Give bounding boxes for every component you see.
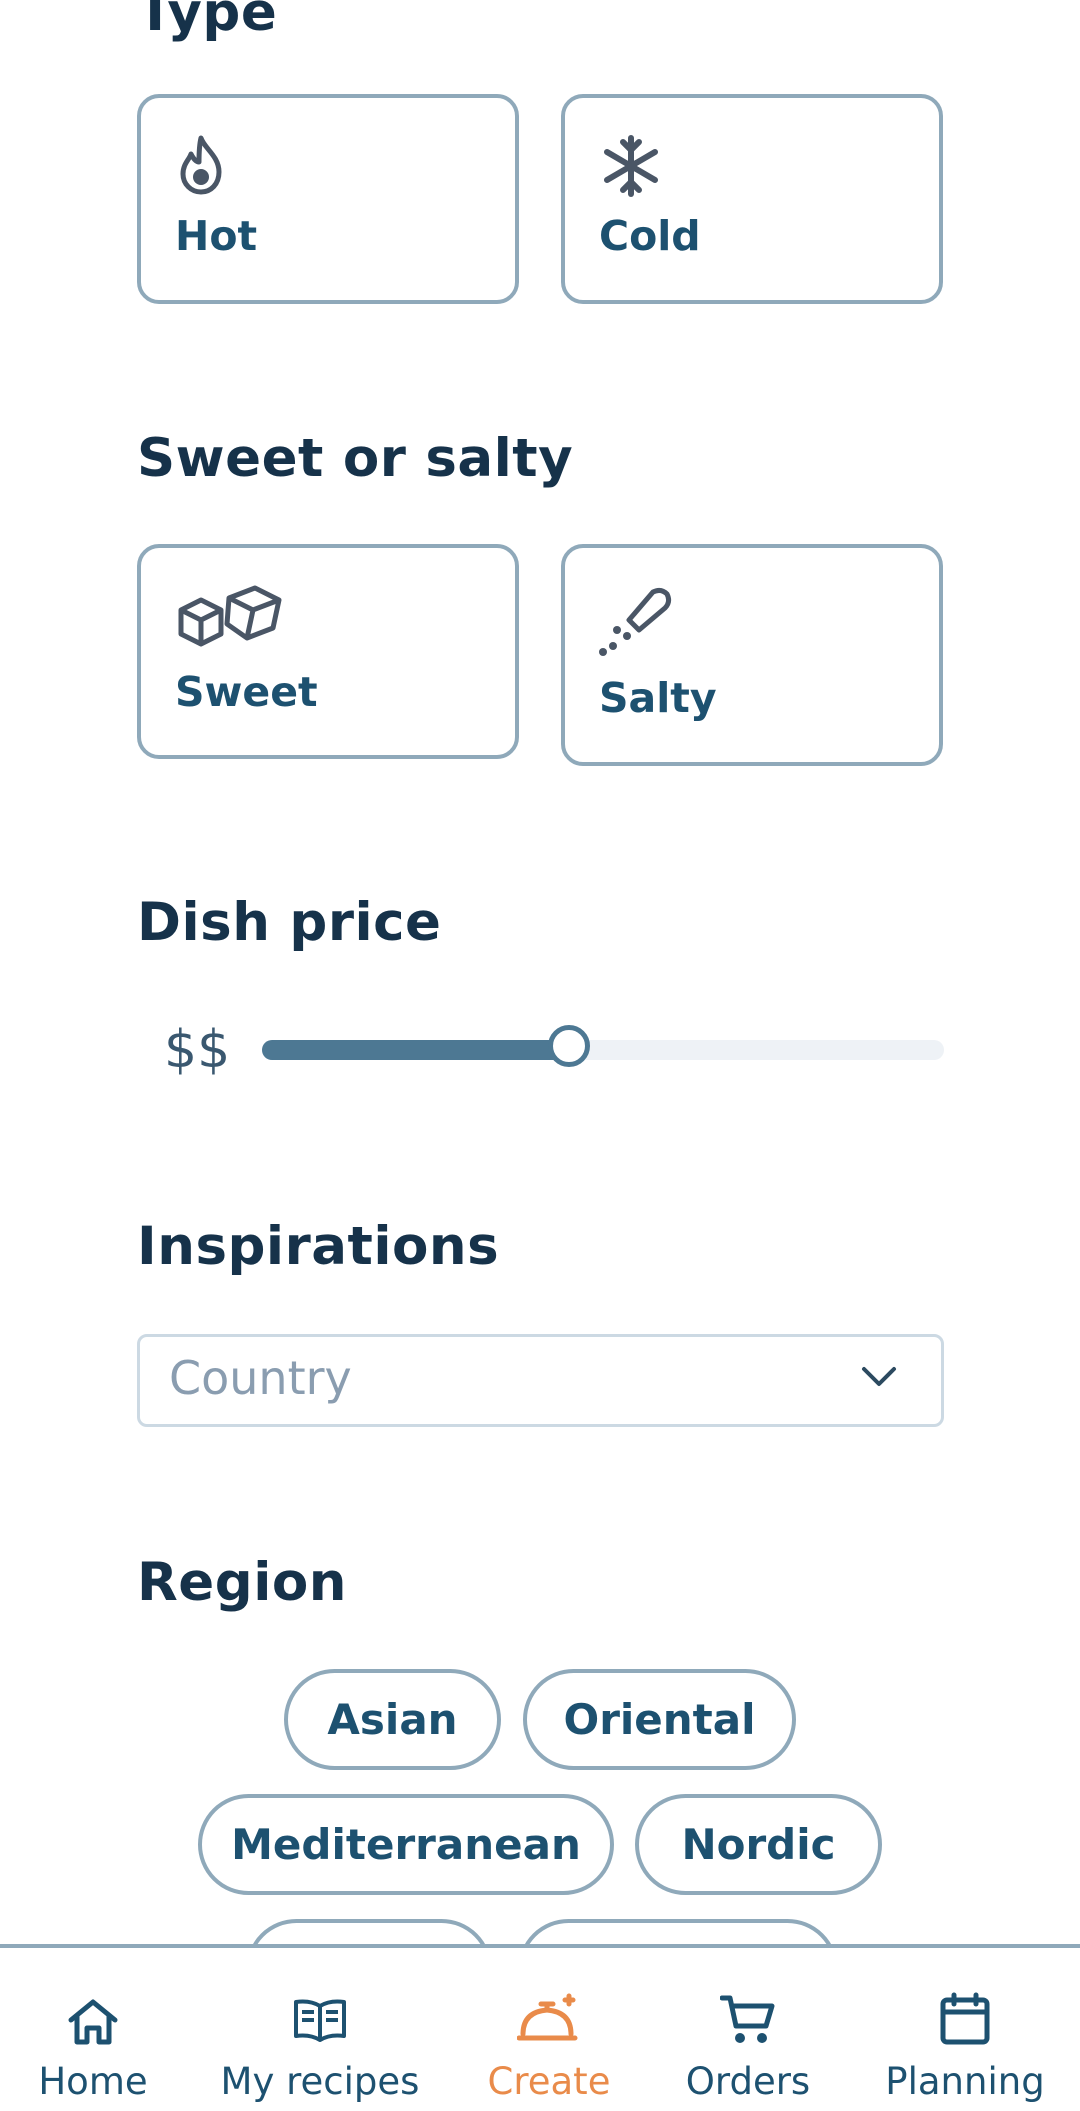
nav-label: Create [487, 2060, 611, 2103]
home-icon [68, 1999, 118, 2045]
sugar-cubes-icon [178, 585, 282, 647]
section-title-dish-price: Dish price [137, 892, 442, 953]
nav-item-home[interactable]: Home [0, 1948, 186, 2111]
option-label: Cold [599, 212, 701, 260]
region-chip-mediterranean[interactable]: Mediterranean [198, 1794, 614, 1895]
type-option-hot[interactable]: Hot [137, 94, 519, 304]
chevron-down-icon [862, 1367, 896, 1386]
nav-label: Home [38, 2060, 148, 2103]
price-slider-thumb[interactable] [547, 1025, 590, 1067]
nav-label: Orders [685, 2060, 811, 2103]
book-icon [294, 1999, 346, 2042]
cloche-icon [517, 1993, 578, 2041]
region-chip-oriental[interactable]: Oriental [523, 1669, 796, 1770]
cart-icon [720, 1995, 775, 2043]
nav-item-planning[interactable]: Planning [870, 1948, 1060, 2111]
salt-shaker-icon [599, 587, 672, 656]
nav-label: My recipes [220, 2060, 420, 2103]
section-title-type: Type [137, 0, 278, 43]
section-title-sweet-salty: Sweet or salty [137, 428, 574, 489]
nav-item-orders[interactable]: Orders [668, 1948, 828, 2111]
country-select[interactable]: Country [137, 1334, 944, 1427]
taste-option-sweet[interactable]: Sweet [137, 544, 519, 759]
region-chip-asian[interactable]: Asian [284, 1669, 501, 1770]
section-title-inspirations: Inspirations [137, 1216, 500, 1277]
section-title-region: Region [137, 1552, 348, 1613]
nav-item-my-recipes[interactable]: My recipes [210, 1948, 430, 2111]
nav-label: Planning [885, 2060, 1045, 2103]
bottom-navigation: Home My recipes Create Orders Planning [0, 1944, 1080, 2111]
country-placeholder: Country [169, 1351, 352, 1405]
price-value-label: $$ [164, 1020, 231, 1080]
type-option-cold[interactable]: Cold [561, 94, 943, 304]
option-label: Salty [599, 674, 717, 722]
snowflake-icon [604, 135, 658, 197]
flame-icon [180, 135, 222, 195]
calendar-icon [940, 1992, 990, 2045]
nav-item-create[interactable]: Create [464, 1948, 634, 2111]
taste-option-salty[interactable]: Salty [561, 544, 943, 766]
option-label: Hot [175, 212, 258, 260]
region-chip-nordic[interactable]: Nordic [635, 1794, 882, 1895]
price-slider-fill [262, 1040, 569, 1060]
option-label: Sweet [175, 668, 318, 716]
